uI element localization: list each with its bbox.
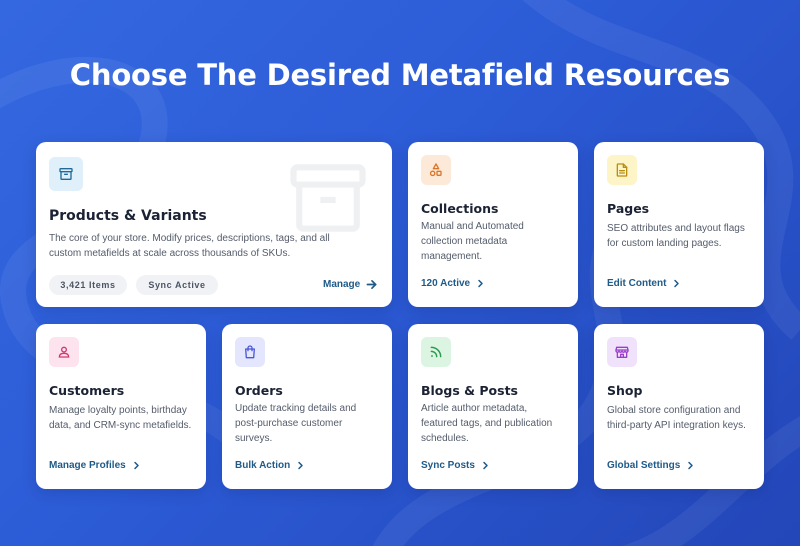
card-title: Blogs & Posts: [421, 383, 518, 398]
shop-card[interactable]: Shop Global store configuration and thir…: [594, 324, 764, 489]
edit-content-link[interactable]: Edit Content: [607, 278, 681, 289]
customers-card[interactable]: Customers Manage loyalty points, birthda…: [36, 324, 206, 489]
chevron-right-icon: [133, 461, 139, 470]
link-label: 120 Active: [421, 278, 471, 289]
link-label: Sync Posts: [421, 460, 475, 471]
link-label: Bulk Action: [235, 460, 291, 471]
link-label: Manage: [323, 279, 361, 290]
chevron-right-icon: [478, 279, 483, 288]
manage-profiles-link[interactable]: Manage Profiles: [49, 460, 141, 471]
card-title: Collections: [421, 201, 499, 216]
card-description: Manage loyalty points, birthday data, an…: [49, 405, 192, 431]
card-title: Customers: [49, 383, 125, 398]
chevron-right-icon: [674, 279, 680, 288]
shopping-bag-icon: [235, 337, 265, 367]
sync-status-badge: Sync Active: [136, 275, 218, 295]
collections-active-link[interactable]: 120 Active: [421, 278, 485, 289]
chevron-right-icon: [688, 461, 694, 470]
card-title: Products & Variants: [49, 208, 207, 224]
user-icon: [49, 337, 79, 367]
orders-card[interactable]: Orders Update tracking details and post-…: [222, 324, 392, 489]
rss-icon: [421, 337, 451, 367]
arrow-right-icon: [366, 280, 377, 289]
card-description: Global store configuration and third-par…: [607, 405, 746, 431]
card-description: The core of your store. Modify prices, d…: [49, 233, 330, 259]
chevron-right-icon: [298, 461, 303, 470]
bulk-action-link[interactable]: Bulk Action: [235, 460, 305, 471]
card-description: Update tracking details and post-purchas…: [235, 403, 357, 444]
chevron-right-icon: [483, 461, 488, 470]
document-icon: [607, 155, 637, 185]
collections-card[interactable]: Collections Manual and Automated collect…: [408, 142, 578, 307]
items-count-badge: 3,421 Items: [49, 275, 127, 295]
card-description: SEO attributes and layout flags for cust…: [607, 223, 745, 249]
sync-posts-link[interactable]: Sync Posts: [421, 460, 490, 471]
link-label: Edit Content: [607, 278, 667, 289]
card-title: Orders: [235, 383, 283, 398]
blogs-card[interactable]: Blogs & Posts Article author metadata, f…: [408, 324, 578, 489]
link-label: Global Settings: [607, 460, 681, 471]
card-description: Manual and Automated collection metadata…: [421, 221, 524, 262]
card-title: Pages: [607, 201, 650, 216]
card-description: Article author metadata, featured tags, …: [421, 403, 553, 444]
page-title: Choose The Desired Metafield Resources: [69, 58, 731, 92]
archive-box-icon: [49, 157, 83, 191]
manage-link[interactable]: Manage: [323, 279, 377, 290]
shapes-icon: [421, 155, 451, 185]
link-label: Manage Profiles: [49, 460, 126, 471]
storefront-icon: [607, 337, 637, 367]
pages-card[interactable]: Pages SEO attributes and layout flags fo…: [594, 142, 764, 307]
global-settings-link[interactable]: Global Settings: [607, 460, 695, 471]
products-card[interactable]: Products & Variants The core of your sto…: [36, 142, 392, 307]
card-title: Shop: [607, 383, 643, 398]
